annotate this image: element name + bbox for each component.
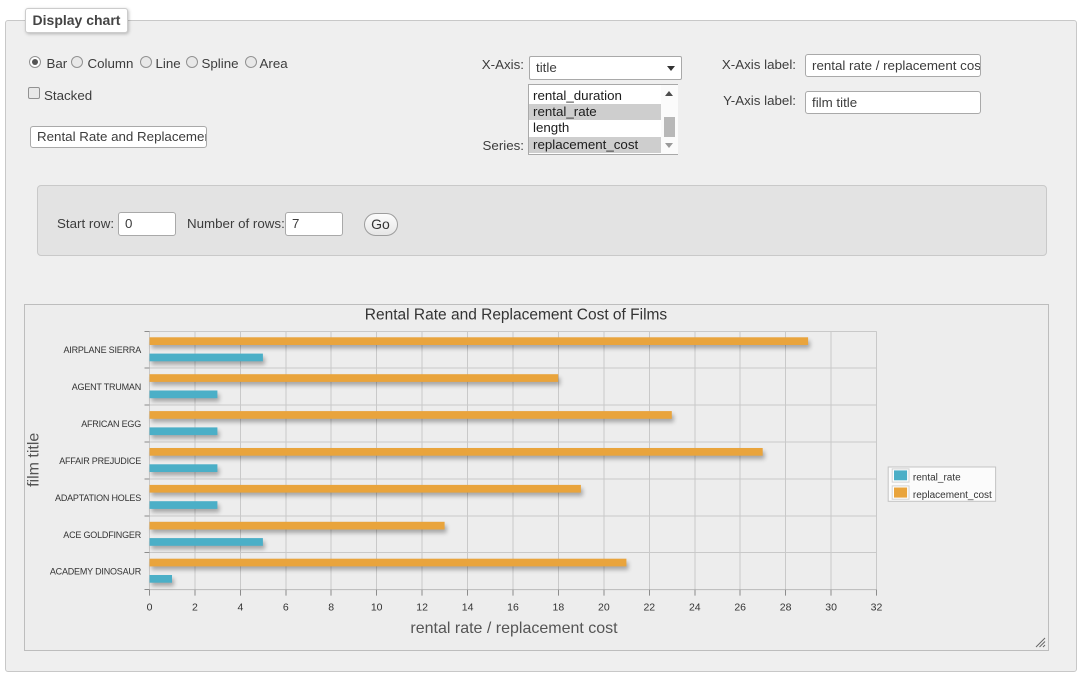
svg-text:12: 12 bbox=[416, 602, 428, 614]
svg-text:2: 2 bbox=[192, 602, 198, 614]
svg-text:26: 26 bbox=[734, 602, 746, 614]
svg-text:AGENT TRUMAN: AGENT TRUMAN bbox=[72, 382, 141, 392]
svg-text:8: 8 bbox=[328, 602, 334, 614]
svg-text:24: 24 bbox=[689, 602, 701, 614]
svg-text:film title: film title bbox=[26, 433, 43, 487]
svg-text:32: 32 bbox=[871, 602, 883, 614]
svg-text:rental_rate: rental_rate bbox=[913, 472, 961, 483]
svg-text:16: 16 bbox=[507, 602, 519, 614]
svg-text:rental rate / replacement cost: rental rate / replacement cost bbox=[410, 620, 618, 637]
svg-text:18: 18 bbox=[553, 602, 565, 614]
svg-text:AIRPLANE SIERRA: AIRPLANE SIERRA bbox=[63, 345, 141, 355]
svg-text:ADAPTATION HOLES: ADAPTATION HOLES bbox=[55, 493, 141, 503]
svg-text:10: 10 bbox=[371, 602, 383, 614]
svg-text:30: 30 bbox=[825, 602, 837, 614]
svg-text:20: 20 bbox=[598, 602, 610, 614]
svg-text:ACE GOLDFINGER: ACE GOLDFINGER bbox=[63, 530, 141, 540]
svg-text:0: 0 bbox=[147, 602, 153, 614]
svg-text:6: 6 bbox=[283, 602, 289, 614]
svg-text:14: 14 bbox=[462, 602, 474, 614]
svg-text:ACADEMY DINOSAUR: ACADEMY DINOSAUR bbox=[50, 567, 142, 577]
svg-text:4: 4 bbox=[237, 602, 243, 614]
svg-text:Rental Rate and Replacement Co: Rental Rate and Replacement Cost of Film… bbox=[365, 307, 668, 324]
svg-text:22: 22 bbox=[643, 602, 655, 614]
svg-text:replacement_cost: replacement_cost bbox=[913, 490, 992, 501]
svg-text:28: 28 bbox=[780, 602, 792, 614]
svg-text:AFFAIR PREJUDICE: AFFAIR PREJUDICE bbox=[59, 456, 141, 466]
svg-text:AFRICAN EGG: AFRICAN EGG bbox=[81, 419, 141, 429]
